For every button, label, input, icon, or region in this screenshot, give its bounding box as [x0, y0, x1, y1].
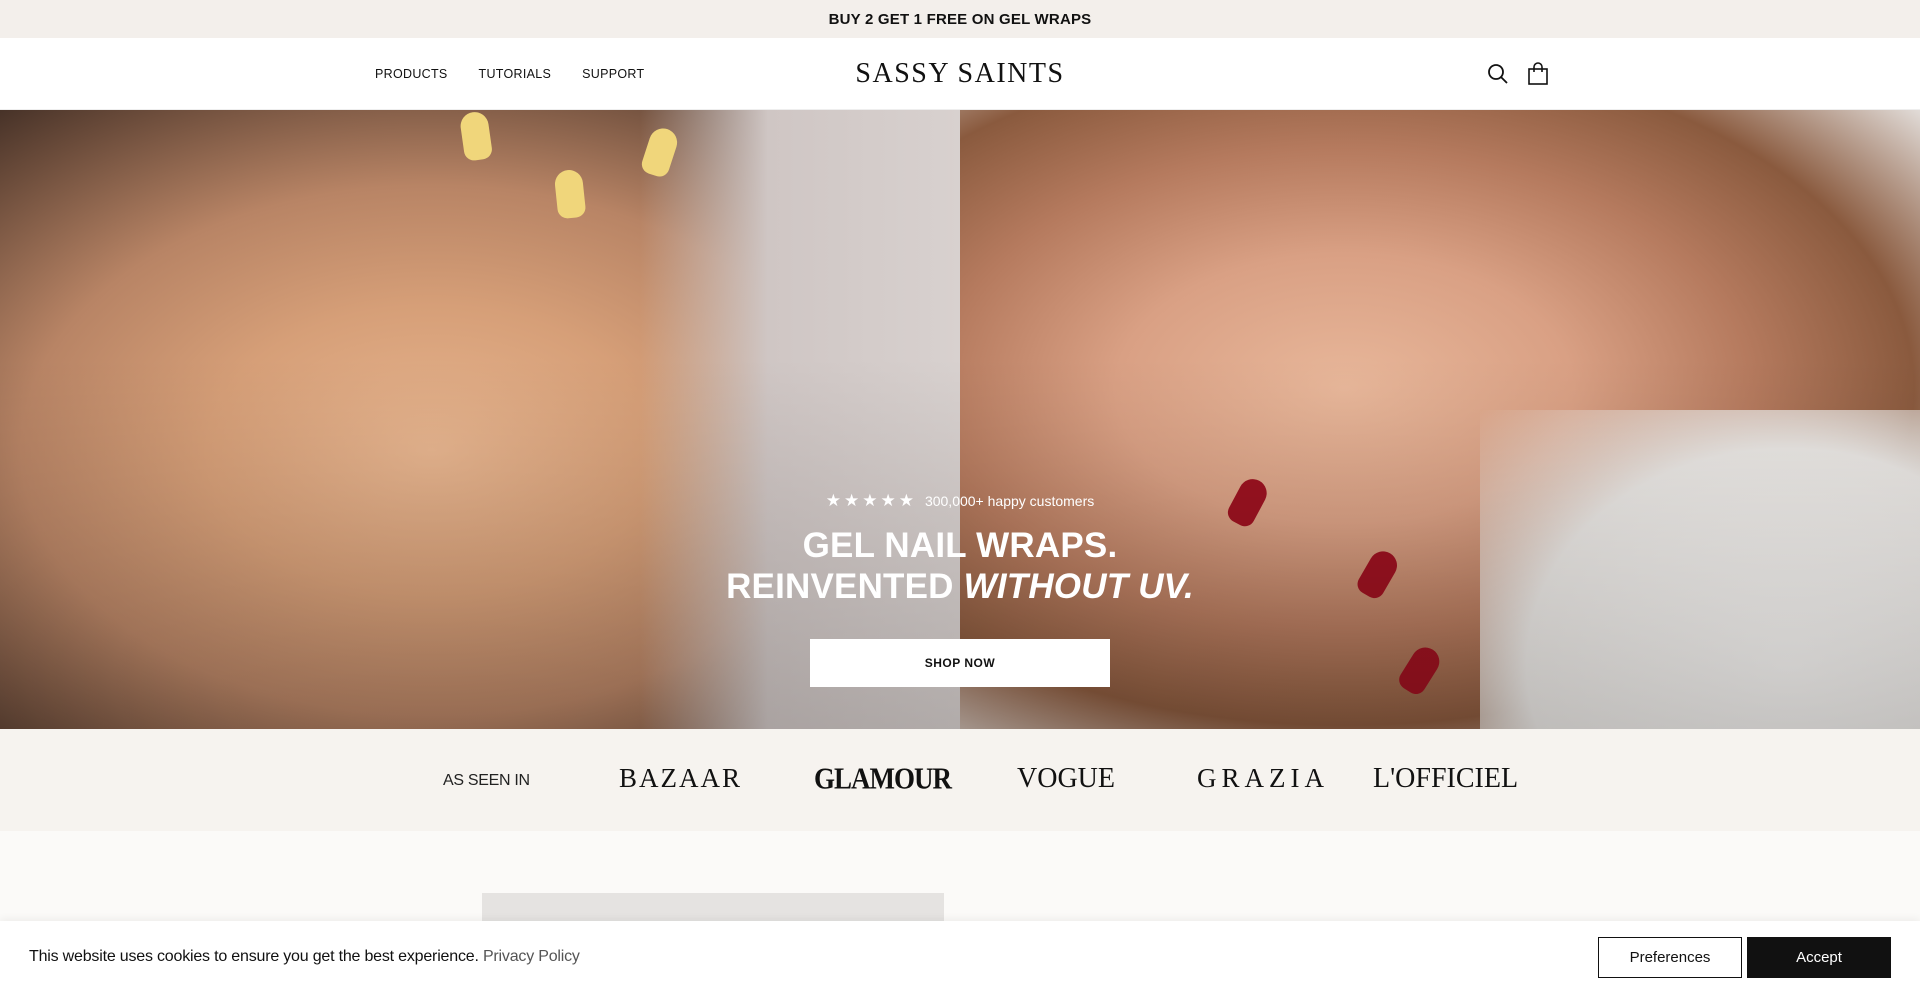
- logo-wrapper: SASSY SAINTS: [0, 38, 1920, 110]
- header-icons: [1486, 62, 1550, 86]
- headline-line-2-prefix: REINVENTED: [726, 567, 964, 606]
- headline-line-1: GEL NAIL WRAPS.: [802, 526, 1118, 565]
- hero-content: ★★★★★ 300,000+ happy customers GEL NAIL …: [0, 110, 1920, 729]
- nav-tutorials[interactable]: TUTORIALS: [479, 67, 552, 81]
- press-strip: AS SEEN IN BAZAAR GLAMOUR VOGUE GRAZIA L…: [0, 729, 1920, 831]
- main-nav: PRODUCTS TUTORIALS SUPPORT: [375, 38, 644, 110]
- cookie-message-row: This website uses cookies to ensure you …: [29, 948, 580, 966]
- press-logo-vogue: VOGUE: [1017, 763, 1115, 794]
- hero-headline: GEL NAIL WRAPS. REINVENTED WITHOUT UV.: [0, 525, 1920, 607]
- hero-banner: ★★★★★ 300,000+ happy customers GEL NAIL …: [0, 110, 1920, 729]
- preferences-button[interactable]: Preferences: [1598, 937, 1742, 978]
- shop-now-button[interactable]: SHOP NOW: [810, 639, 1110, 687]
- privacy-policy-link[interactable]: Privacy Policy: [483, 948, 580, 965]
- promo-text: BUY 2 GET 1 FREE ON GEL WRAPS: [828, 10, 1092, 28]
- headline-line-2-italic: WITHOUT UV.: [963, 567, 1194, 606]
- star-rating-icon: ★★★★★: [825, 491, 917, 510]
- press-logo-bazaar: BAZAAR: [619, 763, 743, 793]
- press-logo-lofficiel: L'OFFICIEL: [1373, 763, 1519, 794]
- press-label: AS SEEN IN: [443, 772, 530, 789]
- bag-icon[interactable]: [1526, 62, 1550, 86]
- accept-button[interactable]: Accept: [1747, 937, 1891, 978]
- press-logo-grazia: GRAZIA: [1197, 763, 1329, 793]
- rating-row: ★★★★★ 300,000+ happy customers: [0, 491, 1920, 511]
- search-icon[interactable]: [1486, 62, 1510, 86]
- cookie-banner: This website uses cookies to ensure you …: [0, 921, 1920, 993]
- rating-text: 300,000+ happy customers: [924, 493, 1095, 509]
- press-logo-glamour: GLAMOUR: [814, 760, 952, 796]
- cookie-message: This website uses cookies to ensure you …: [29, 948, 483, 965]
- site-logo[interactable]: SASSY SAINTS: [855, 58, 1064, 90]
- site-header: PRODUCTS TUTORIALS SUPPORT SASSY SAINTS: [0, 38, 1920, 110]
- nav-support[interactable]: SUPPORT: [582, 67, 644, 81]
- promo-bar: BUY 2 GET 1 FREE ON GEL WRAPS: [0, 0, 1920, 38]
- nav-products[interactable]: PRODUCTS: [375, 67, 448, 81]
